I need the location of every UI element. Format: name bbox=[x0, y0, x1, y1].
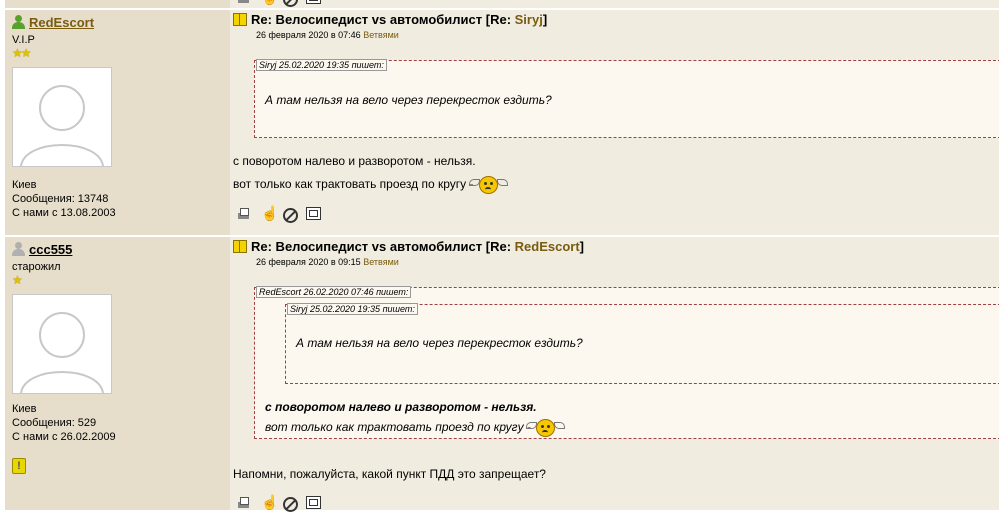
nested-quote-author: Siryj 25.02.2020 19:35 пишет: bbox=[287, 303, 418, 315]
post-meta: 26 февраля 2020 в 07:46 Ветвями bbox=[256, 30, 399, 40]
quote-block: RedEscort 26.02.2020 07:46 пишет: Siryj … bbox=[254, 286, 999, 439]
user-offline-icon bbox=[12, 242, 25, 256]
post-author-panel: ccc555 старожил ★ Киев Сообщения: 529 С … bbox=[5, 237, 230, 510]
author-rank: старожил bbox=[12, 261, 61, 273]
window-icon[interactable] bbox=[306, 207, 321, 220]
window-icon[interactable] bbox=[306, 496, 321, 509]
quote-text: А там нельзя на вело через перекресток е… bbox=[265, 93, 552, 107]
hand-icon[interactable] bbox=[259, 494, 278, 511]
nested-quote-text: А там нельзя на вело через перекресток е… bbox=[296, 336, 583, 350]
author-message-count: Сообщения: 13748 bbox=[12, 193, 109, 205]
previous-post-sidebar bbox=[5, 0, 230, 8]
user-online-icon bbox=[12, 15, 25, 29]
avatar bbox=[12, 67, 112, 167]
post-body-line: вот только как трактовать проезд по круг… bbox=[233, 176, 508, 194]
post-toolbar bbox=[235, 205, 321, 223]
post-title: Re: Велосипедист vs автомобилист [Re: Re… bbox=[251, 238, 585, 254]
post-meta: 26 февраля 2020 в 09:15 Ветвями bbox=[256, 257, 399, 267]
post-title-row: Re: Велосипедист vs автомобилист [Re: Re… bbox=[233, 237, 584, 255]
author-row: ccc555 bbox=[12, 241, 72, 257]
reply-user-link[interactable]: Siryj bbox=[515, 12, 543, 27]
post-content: Re: Велосипедист vs автомобилист [Re: Re… bbox=[230, 237, 999, 512]
print-icon[interactable] bbox=[235, 207, 251, 222]
print-icon[interactable] bbox=[235, 496, 251, 511]
author-join-date: С нами с 26.02.2009 bbox=[12, 431, 116, 443]
author-info: Киев Сообщения: 13748 С нами с 13.08.200… bbox=[12, 178, 116, 220]
forum-post: RedEscort V.I.P ★★ Киев Сообщения: 13748… bbox=[0, 10, 999, 235]
post-date: 26 февраля 2020 в 09:15 bbox=[256, 257, 361, 267]
ban-icon[interactable] bbox=[283, 0, 298, 7]
post-author-panel: RedEscort V.I.P ★★ Киев Сообщения: 13748… bbox=[5, 10, 230, 235]
quote-text-line: с поворотом налево и разворотом - нельзя… bbox=[265, 400, 537, 414]
author-city: Киев bbox=[12, 179, 37, 191]
author-info: Киев Сообщения: 529 С нами с 26.02.2009 bbox=[12, 402, 116, 444]
quote-author: Siryj 25.02.2020 19:35 пишет: bbox=[256, 59, 387, 71]
previous-post-main bbox=[230, 0, 999, 8]
worried-smiley-icon bbox=[468, 176, 508, 194]
window-icon[interactable] bbox=[306, 0, 321, 4]
rank-stars-icon: ★★ bbox=[12, 46, 31, 60]
post-title-row: Re: Велосипедист vs автомобилист [Re: Si… bbox=[233, 10, 547, 28]
thread-view-link[interactable]: Ветвями bbox=[363, 30, 399, 40]
author-name-link[interactable]: RedEscort bbox=[29, 15, 94, 30]
avatar bbox=[12, 294, 112, 394]
post-title: Re: Велосипедист vs автомобилист [Re: Si… bbox=[251, 11, 548, 27]
author-rank: V.I.P bbox=[12, 34, 35, 46]
author-row: RedEscort bbox=[12, 14, 94, 30]
author-name-link[interactable]: ccc555 bbox=[29, 242, 72, 257]
nested-quote-block: Siryj 25.02.2020 19:35 пишет: А там нель… bbox=[285, 303, 999, 384]
book-icon bbox=[233, 240, 247, 253]
quote-author: RedEscort 26.02.2020 07:46 пишет: bbox=[256, 286, 412, 298]
previous-post-toolbar bbox=[235, 0, 321, 7]
author-message-count: Сообщения: 529 bbox=[12, 417, 97, 429]
ban-icon[interactable] bbox=[283, 208, 298, 223]
hand-icon[interactable] bbox=[259, 0, 278, 6]
print-icon[interactable] bbox=[235, 0, 251, 6]
post-content: Re: Велосипедист vs автомобилист [Re: Si… bbox=[230, 10, 999, 235]
hand-icon[interactable] bbox=[259, 205, 278, 222]
post-date: 26 февраля 2020 в 07:46 bbox=[256, 30, 361, 40]
author-join-date: С нами с 13.08.2003 bbox=[12, 207, 116, 219]
reply-user-link[interactable]: RedEscort bbox=[515, 239, 580, 254]
worried-smiley-icon bbox=[526, 419, 566, 437]
previous-post-tail bbox=[0, 0, 999, 8]
rank-star-icon: ★ bbox=[12, 273, 23, 287]
post-body-line: Напомни, пожалуйста, какой пункт ПДД это… bbox=[233, 467, 546, 481]
quote-block: Siryj 25.02.2020 19:35 пишет: А там нель… bbox=[254, 59, 999, 138]
author-city: Киев bbox=[12, 403, 37, 415]
quote-text-line: вот только как трактовать проезд по круг… bbox=[265, 419, 566, 437]
warning-icon[interactable]: ! bbox=[12, 458, 26, 474]
forum-post: ccc555 старожил ★ Киев Сообщения: 529 С … bbox=[0, 237, 999, 512]
thread-view-link[interactable]: Ветвями bbox=[363, 257, 399, 267]
post-body-line: с поворотом налево и разворотом - нельзя… bbox=[233, 154, 476, 168]
book-icon bbox=[233, 13, 247, 26]
